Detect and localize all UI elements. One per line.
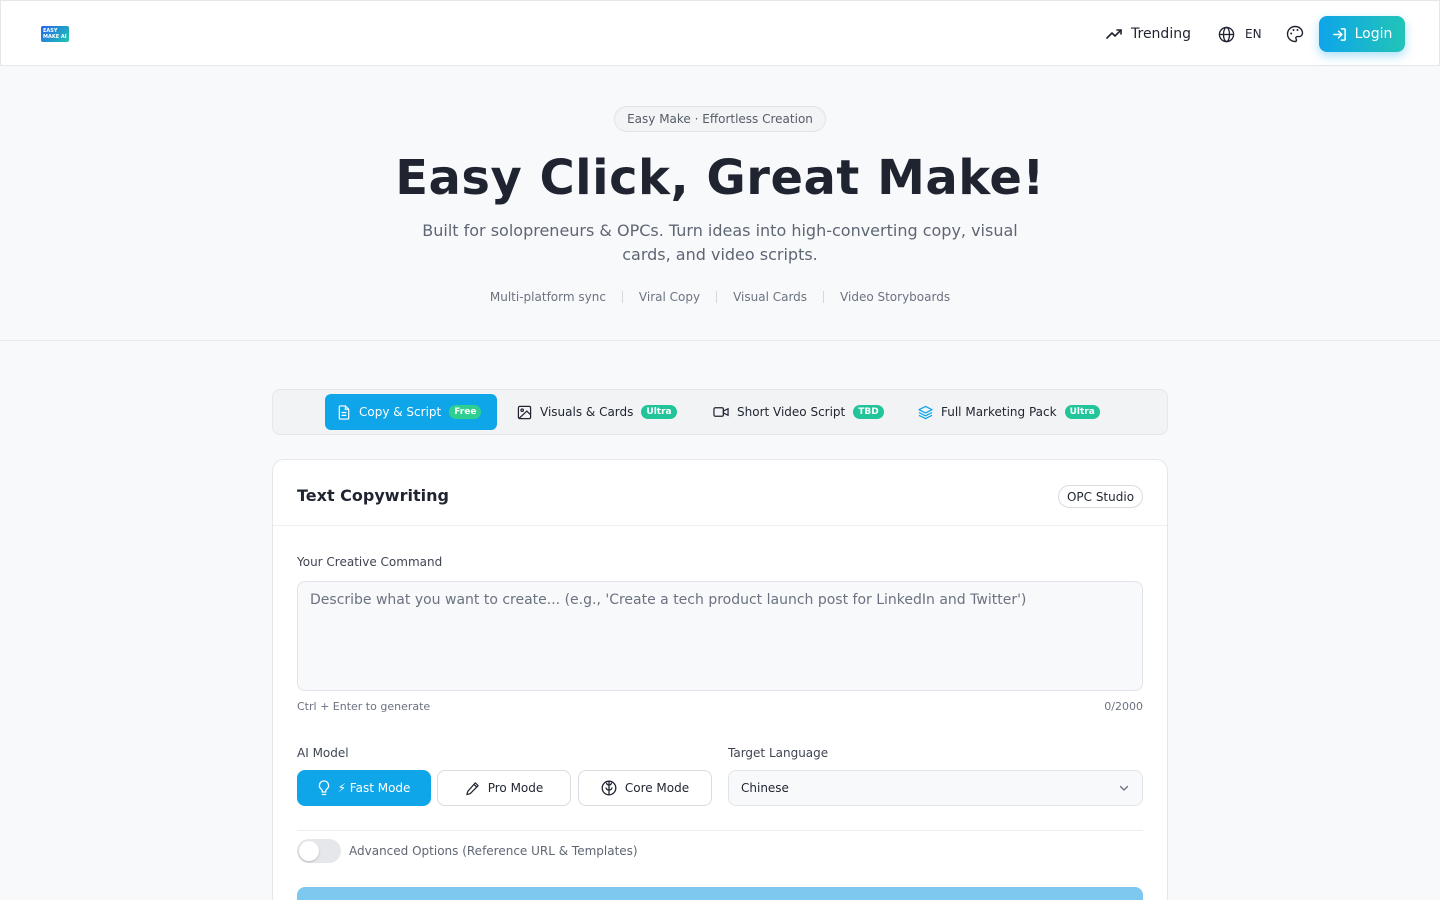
mode-label: ⚡ Fast Mode	[337, 781, 411, 795]
language-label: EN	[1245, 27, 1262, 41]
target-language-label: Target Language	[728, 746, 829, 760]
toggle-knob	[299, 841, 319, 861]
tab-label: Short Video Script	[737, 405, 846, 419]
tab-visuals-cards[interactable]: Visuals & Cards Ultra	[505, 394, 689, 430]
feature-item: Multi-platform sync	[489, 290, 606, 304]
login-button[interactable]: Login	[1319, 16, 1405, 52]
selected-language: Chinese	[741, 781, 789, 795]
card-header: Text Copywriting OPC Studio	[273, 460, 1167, 526]
login-icon	[1332, 27, 1346, 41]
tab-label: Full Marketing Pack	[941, 405, 1057, 419]
theme-button[interactable]	[1286, 25, 1304, 43]
hero-subtitle: Built for solopreneurs & OPCs. Turn idea…	[422, 221, 1018, 264]
card-title: Text Copywriting	[297, 486, 449, 505]
mode-tabbar: Copy & Script Free Visuals & Cards Ultra…	[272, 389, 1168, 435]
layers-icon	[918, 405, 933, 419]
fast-mode-button[interactable]: ⚡ Fast Mode	[297, 770, 431, 806]
feature-divider	[823, 291, 825, 303]
copywriting-card: Text Copywriting OPC Studio Your Creativ…	[272, 459, 1168, 900]
advanced-options-toggle[interactable]	[297, 839, 341, 863]
hero-section: Easy Make · Effortless Creation Easy Cli…	[0, 66, 1440, 341]
tab-badge: Ultra	[1064, 405, 1100, 419]
document-icon	[338, 404, 350, 420]
studio-badge: OPC Studio	[1058, 485, 1143, 508]
trending-link[interactable]: Trending	[1106, 23, 1191, 45]
ai-model-label: AI Model	[297, 746, 349, 760]
generate-button[interactable]	[297, 887, 1143, 900]
tab-copy-script[interactable]: Copy & Script Free	[325, 394, 497, 430]
pro-mode-button[interactable]: Pro Mode	[437, 770, 571, 806]
tab-label: Visuals & Cards	[540, 405, 634, 419]
trending-label: Trending	[1131, 26, 1191, 42]
lightbulb-icon	[318, 780, 329, 796]
target-language-select[interactable]: Chinese	[728, 770, 1143, 806]
mode-label: Pro Mode	[487, 781, 544, 795]
tagline-pill: Easy Make · Effortless Creation	[614, 106, 826, 132]
chevron-down-icon	[1119, 785, 1129, 791]
logo-line-2: MAKE AI	[43, 34, 67, 40]
pencil-icon	[465, 781, 479, 795]
palette-icon	[1286, 25, 1304, 43]
shortcut-hint: Ctrl + Enter to generate	[297, 700, 431, 713]
globe-icon	[1218, 26, 1235, 42]
creative-command-input[interactable]	[297, 581, 1143, 691]
language-switcher[interactable]: EN	[1218, 23, 1262, 45]
feature-divider	[621, 291, 623, 303]
brain-icon	[601, 780, 617, 796]
character-counter: 0/2000	[1104, 700, 1143, 713]
tab-badge: TBD	[853, 405, 884, 419]
video-icon	[713, 407, 729, 417]
trending-up-icon	[1106, 29, 1122, 39]
core-mode-button[interactable]: Core Mode	[578, 770, 712, 806]
image-icon	[517, 405, 532, 419]
feature-divider	[716, 291, 718, 303]
command-label: Your Creative Command	[297, 555, 443, 569]
login-label: Login	[1354, 26, 1393, 42]
tab-label: Copy & Script	[359, 405, 442, 419]
section-divider	[297, 830, 1143, 831]
logo[interactable]: EASY MAKE AI	[41, 26, 69, 42]
mode-label: Core Mode	[624, 781, 690, 795]
feature-item: Video Storyboards	[840, 290, 951, 304]
tab-full-marketing-pack[interactable]: Full Marketing Pack Ultra	[906, 394, 1112, 430]
hero-title: Easy Click, Great Make!	[395, 150, 1045, 206]
top-header: EASY MAKE AI Trending EN Login	[0, 0, 1440, 66]
tab-short-video-script[interactable]: Short Video Script TBD	[701, 394, 896, 430]
feature-item: Visual Cards	[733, 290, 808, 304]
tab-badge: Ultra	[641, 405, 677, 419]
tab-badge: Free	[449, 405, 482, 419]
feature-list: Multi-platform sync Viral Copy Visual Ca…	[0, 290, 1440, 304]
advanced-options-label: Advanced Options (Reference URL & Templa…	[349, 844, 638, 858]
feature-item: Viral Copy	[638, 290, 701, 304]
